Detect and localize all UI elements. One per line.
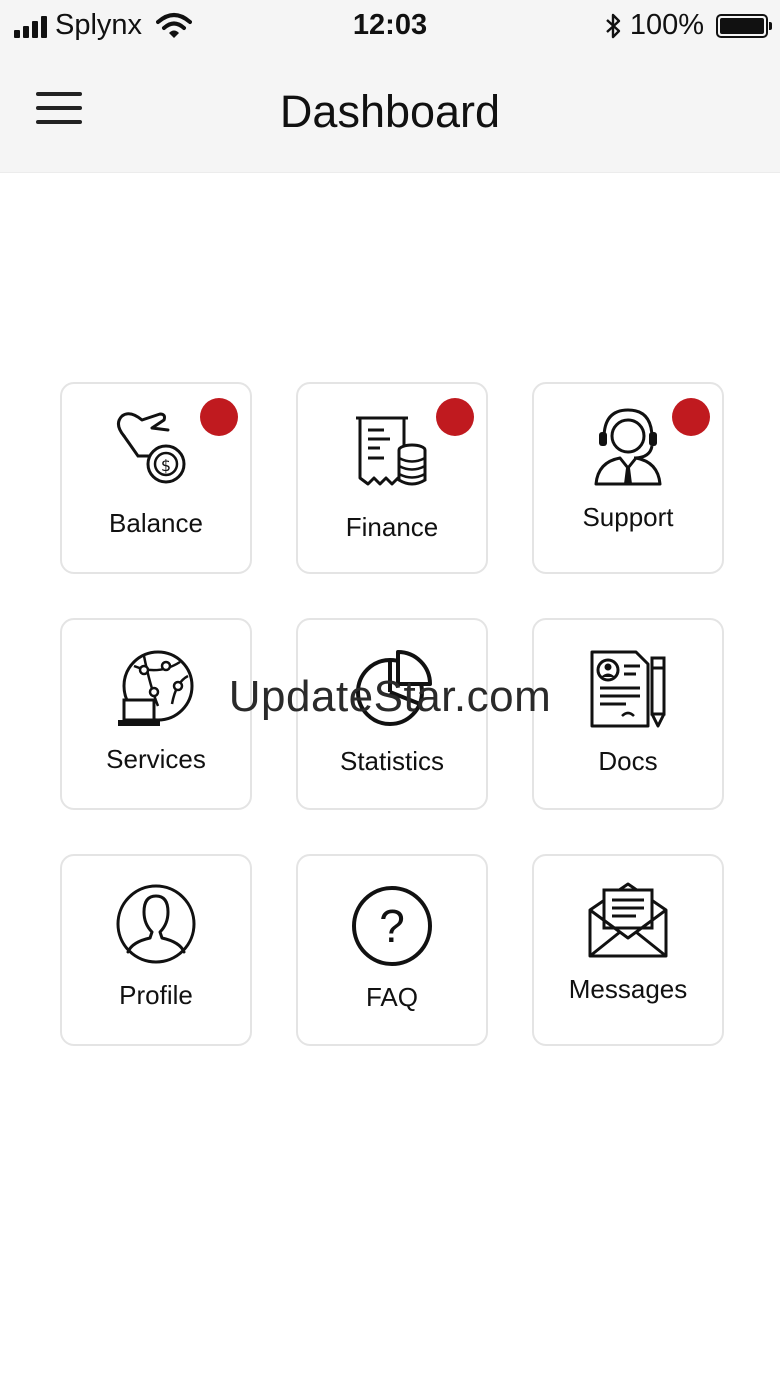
tile-label: Finance <box>345 512 439 542</box>
docs-document-pencil-icon <box>590 650 666 728</box>
tile-finance[interactable]: Finance <box>296 382 488 574</box>
battery-fill <box>720 17 764 34</box>
messages-envelope-icon <box>588 882 668 958</box>
tile-label: Support <box>582 502 674 532</box>
tile-label: FAQ <box>365 982 418 1012</box>
tile-label: Docs <box>598 746 658 776</box>
tile-label: Statistics <box>339 746 445 776</box>
finance-receipt-coins-icon <box>356 416 427 486</box>
profile-user-icon <box>116 884 196 964</box>
battery-icon <box>716 13 772 38</box>
tile-label: Profile <box>119 980 193 1010</box>
services-globe-laptop-icon <box>118 650 194 726</box>
tile-support[interactable]: Support <box>532 382 724 574</box>
page-title: Dashboard <box>279 86 501 137</box>
support-headset-agent-icon <box>594 408 662 486</box>
statistics-pie-chart-icon <box>356 650 432 726</box>
tile-services[interactable]: Services <box>60 618 252 810</box>
status-left: Splynx <box>14 9 193 42</box>
bluetooth-icon <box>606 13 621 38</box>
svg-text:$: $ <box>161 456 171 475</box>
tile-docs[interactable]: Docs <box>532 618 724 810</box>
carrier-name: Splynx <box>55 9 143 41</box>
tile-faq[interactable]: ? FAQ <box>296 854 488 1046</box>
navigation-bar: Dashboard <box>0 52 780 173</box>
signal-strength-icon <box>14 14 47 38</box>
tile-label: Messages <box>568 974 688 1004</box>
status-right: 100% <box>604 9 772 42</box>
battery-percentage: 100% <box>629 9 704 41</box>
notification-badge <box>672 398 710 436</box>
wifi-icon <box>156 12 193 38</box>
tile-label: Services <box>106 744 206 774</box>
tile-messages[interactable]: Messages <box>532 854 724 1046</box>
tile-label: Balance <box>109 508 203 538</box>
hamburger-menu-icon[interactable] <box>36 92 82 126</box>
balance-hand-coin-icon: $ <box>117 412 186 484</box>
notification-badge <box>436 398 474 436</box>
notification-badge <box>200 398 238 436</box>
tile-profile[interactable]: Profile <box>60 854 252 1046</box>
status-bar: Splynx 12:03 100% <box>0 0 780 52</box>
tile-balance[interactable]: $ Balance <box>60 382 252 574</box>
tile-statistics[interactable]: Statistics <box>296 618 488 810</box>
svg-text:?: ? <box>379 900 405 952</box>
faq-question-icon: ? <box>352 886 432 966</box>
